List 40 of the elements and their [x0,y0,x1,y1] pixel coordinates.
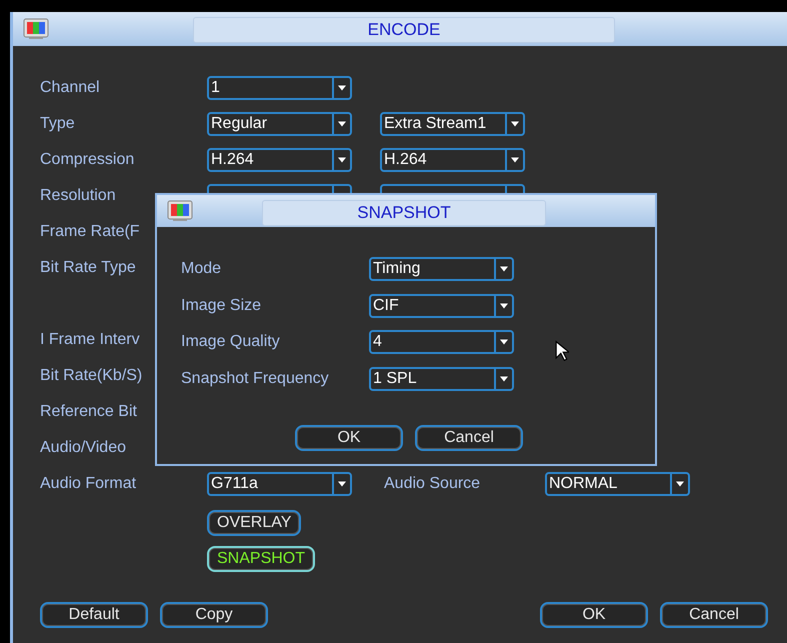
field-label: Bit Rate(Kb/S) [40,367,142,384]
dropdown[interactable]: H.264 [207,148,352,172]
action-button[interactable]: Cancel [660,602,768,628]
tv-icon [23,18,49,40]
field-label: Channel [40,79,100,96]
field-label: Reference Bit [40,403,137,420]
field-label: Audio Format [40,475,136,492]
mouse-pointer-icon [555,340,569,362]
dialog-button[interactable]: OK [295,425,403,451]
option-button[interactable]: SNAPSHOT [207,546,316,572]
field-label: Frame Rate(F [40,223,140,240]
window-title: ENCODE [193,17,615,43]
dropdown[interactable]: H.264 [380,148,525,172]
option-button[interactable]: OVERLAY [207,510,302,536]
field-label: Image Size [181,296,262,315]
dialog-button[interactable]: Cancel [415,425,523,451]
field-label: Audio Source [384,475,482,493]
dropdown[interactable]: G711a [207,472,352,496]
dropdown[interactable]: 4 [369,330,514,354]
action-button[interactable]: Copy [160,602,268,628]
action-button[interactable]: Default [40,602,148,628]
field-label: Image Quality [181,333,281,352]
field-label: Audio/Video [40,439,126,456]
field-label: Resolution [40,187,116,204]
dropdown[interactable]: CIF [369,294,514,318]
tv-icon [167,200,193,222]
dropdown[interactable]: Extra Stream1 [380,112,525,136]
field-label: Mode [181,260,222,278]
dropdown[interactable]: 1 [207,76,352,100]
action-button[interactable]: OK [540,602,648,628]
field-label: Compression [40,151,134,168]
dropdown[interactable]: 1 SPL [369,366,514,391]
dropdown[interactable]: NORMAL [545,472,690,496]
field-label: Snapshot Frequency [181,370,330,388]
field-label: Type [40,115,75,132]
dialog-title: SNAPSHOT [262,200,546,226]
field-label: I Frame Interv [40,331,140,348]
field-label: Bit Rate Type [40,259,136,276]
dropdown[interactable]: Timing [369,257,514,282]
dropdown[interactable]: Regular [207,112,352,136]
